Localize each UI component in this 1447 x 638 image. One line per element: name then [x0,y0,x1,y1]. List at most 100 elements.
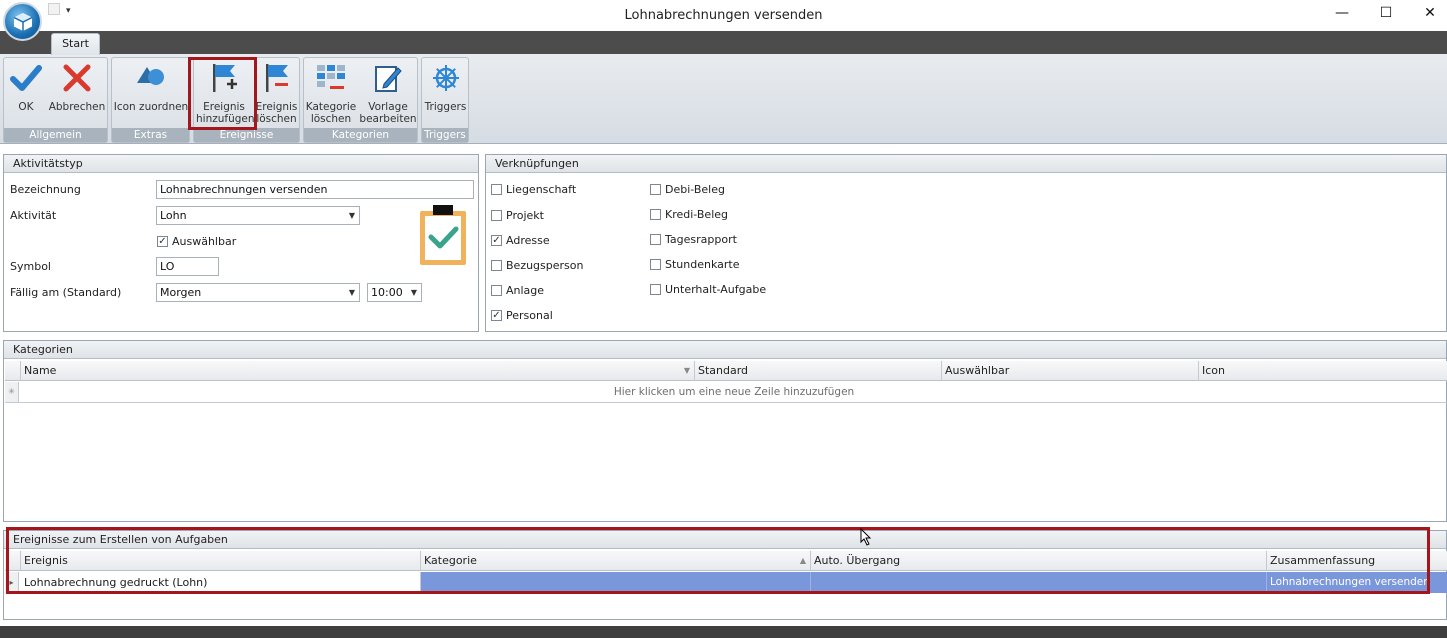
ereignis-hinzufuegen-label-2: hinzufügen [196,113,255,125]
ok-button[interactable]: OK [6,61,46,131]
status-bar [0,626,1447,638]
ship-wheel-icon [429,61,463,95]
cancel-button[interactable]: Abbrechen [48,61,106,131]
application-window: ▾ Lohnabrechnungen versenden — ☐ ✕ Start… [0,0,1447,638]
time-value: 10:00 [371,286,403,299]
ereignis-loeschen-label-2: löschen [256,113,297,125]
icon-zuordnen-button[interactable]: Icon zuordnen [113,61,189,131]
verknuepfungen-panel: Verknüpfungen Liegenschaft Projekt ✓ Adr… [485,154,1447,332]
group-caption-ereignisse: Ereignisse [194,128,299,142]
filter-arrow-icon[interactable]: ▼ [684,361,690,380]
ereignis-loeschen-button[interactable]: Ereignis löschen [254,61,299,131]
column-name-label: Name [24,364,57,377]
bezeichnung-label: Bezeichnung [10,183,81,196]
liegenschaft-checkbox[interactable] [491,184,502,195]
debi-beleg-label: Debi-Beleg [665,183,725,196]
verknuepfungen-header: Verknüpfungen [486,155,1446,173]
sort-ascending-icon[interactable]: ▲ [800,551,806,570]
personal-checkbox[interactable]: ✓ [491,310,502,321]
column-header-name[interactable]: Name ▼ [21,361,695,381]
bezeichnung-input[interactable]: Lohnabrechnungen versenden [156,180,474,199]
vorlage-bearbeiten-label-1: Vorlage [368,101,408,113]
projekt-label: Projekt [506,209,544,222]
unterhalt-aufgabe-checkbox[interactable] [650,284,661,295]
triggers-button[interactable]: Triggers [423,61,468,131]
maximize-button[interactable]: ☐ [1375,5,1397,25]
ribbon-group-triggers: Triggers Triggers [421,57,469,143]
shapes-icon [134,61,168,95]
faellig-value: Morgen [160,286,202,299]
ereignis-hinzufuegen-button[interactable]: Ereignis hinzufügen [196,61,255,131]
tab-start[interactable]: Start [51,33,100,55]
cancel-label: Abbrechen [48,101,106,113]
new-row[interactable]: ✳ Hier klicken um eine neue Zeile hinzuz… [5,382,1447,403]
bezugsperson-label: Bezugsperson [506,259,584,272]
cell-kategorie[interactable] [421,572,811,593]
row-indicator-header [5,361,21,381]
tagesrapport-checkbox[interactable] [650,234,661,245]
column-header-kategorie[interactable]: Kategorie ▲ [421,551,811,571]
stundenkarte-label: Stundenkarte [665,258,740,271]
column-header-auto-uebergang[interactable]: Auto. Übergang [811,551,1267,571]
ereignis-hinzufuegen-label-1: Ereignis [203,101,245,113]
title-bar: ▾ Lohnabrechnungen versenden — ☐ ✕ [0,0,1447,31]
symbol-label: Symbol [10,260,51,273]
column-header-zusammenfassung[interactable]: Zusammenfassung [1267,551,1447,571]
ribbon-group-allgemein: OK Abbrechen Allgemein [3,57,108,143]
kategorie-loeschen-label-2: löschen [310,113,352,125]
edit-template-icon [371,61,405,95]
vorlage-bearbeiten-button[interactable]: Vorlage bearbeiten [359,61,417,131]
anlage-checkbox[interactable] [491,285,502,296]
column-header-auswaehlbar[interactable]: Auswählbar [942,361,1199,381]
app-menu-orb-icon[interactable] [3,2,42,41]
cell-ereignis[interactable]: Lohnabrechnung gedruckt (Lohn) [21,572,421,593]
kategorien-header: Kategorien [4,341,1446,359]
new-row-hint: Hier klicken um eine neue Zeile hinzuzuf… [613,386,855,398]
dropdown-arrow-icon[interactable]: ▼ [349,207,355,224]
cell-zusammenfassung[interactable]: Lohnabrechnungen versenden [1267,572,1447,593]
projekt-checkbox[interactable] [491,210,502,221]
aktivitaetstyp-panel: Aktivitätstyp Bezeichnung Lohnabrechnung… [3,154,479,332]
column-header-standard[interactable]: Standard [695,361,942,381]
ribbon-group-ereignisse: Ereignis hinzufügen Ereignis löschen Ere… [193,57,300,143]
table-row[interactable]: ▸ Lohnabrechnung gedruckt (Lohn) Lohnabr… [5,572,1447,593]
row-pointer-icon: ▸ [5,572,19,593]
column-kategorie-label: Kategorie [424,554,477,567]
adresse-checkbox[interactable]: ✓ [491,235,502,246]
aktivitaet-combobox[interactable]: Lohn ▼ [156,206,360,225]
bezugsperson-checkbox[interactable] [491,260,502,271]
ribbon-group-kategorien: Kategorie löschen Vorlage bearbeiten Kat… [303,57,418,143]
kategorie-loeschen-button[interactable]: Kategorie löschen [305,61,357,131]
column-header-icon[interactable]: Icon [1199,361,1447,381]
stundenkarte-checkbox[interactable] [650,259,661,270]
faellig-label: Fällig am (Standard) [10,286,122,299]
dropdown-arrow-icon[interactable]: ▼ [411,284,417,301]
dropdown-arrow-icon[interactable]: ▼ [349,284,355,301]
symbol-input[interactable]: LO [156,257,219,276]
kategorien-grid-header: Name ▼ Standard Auswählbar Icon [5,361,1447,381]
new-row-star-icon: ✳ [5,382,19,402]
minimize-button[interactable]: — [1331,5,1353,25]
aktivitaetstyp-header: Aktivitätstyp [4,155,478,173]
ereignis-loeschen-label-1: Ereignis [255,101,298,113]
kredi-beleg-label: Kredi-Beleg [665,208,728,221]
personal-label: Personal [506,309,553,322]
column-header-ereignis[interactable]: Ereignis [21,551,421,571]
vorlage-bearbeiten-label-2: bearbeiten [359,113,417,125]
ribbon-tab-strip [0,31,1447,54]
flag-remove-icon [260,61,294,95]
ereignisse-panel: Ereignisse zum Erstellen von Aufgaben Er… [3,530,1447,620]
auswaehlbar-checkbox[interactable]: ✓ [157,236,168,247]
ok-label: OK [18,101,34,113]
faellig-combobox[interactable]: Morgen ▼ [156,283,360,302]
kredi-beleg-checkbox[interactable] [650,209,661,220]
ribbon: OK Abbrechen Allgemein Icon zuordnen Ext… [0,54,1447,144]
group-caption-allgemein: Allgemein [4,128,107,142]
debi-beleg-checkbox[interactable] [650,184,661,195]
close-button[interactable]: ✕ [1419,5,1441,25]
cell-auto-uebergang[interactable] [811,572,1267,593]
ribbon-group-extras: Icon zuordnen Extras [111,57,190,143]
clipboard-check-icon[interactable] [418,205,468,267]
time-combobox[interactable]: 10:00 ▼ [367,283,422,302]
auswaehlbar-label: Auswählbar [172,235,237,248]
